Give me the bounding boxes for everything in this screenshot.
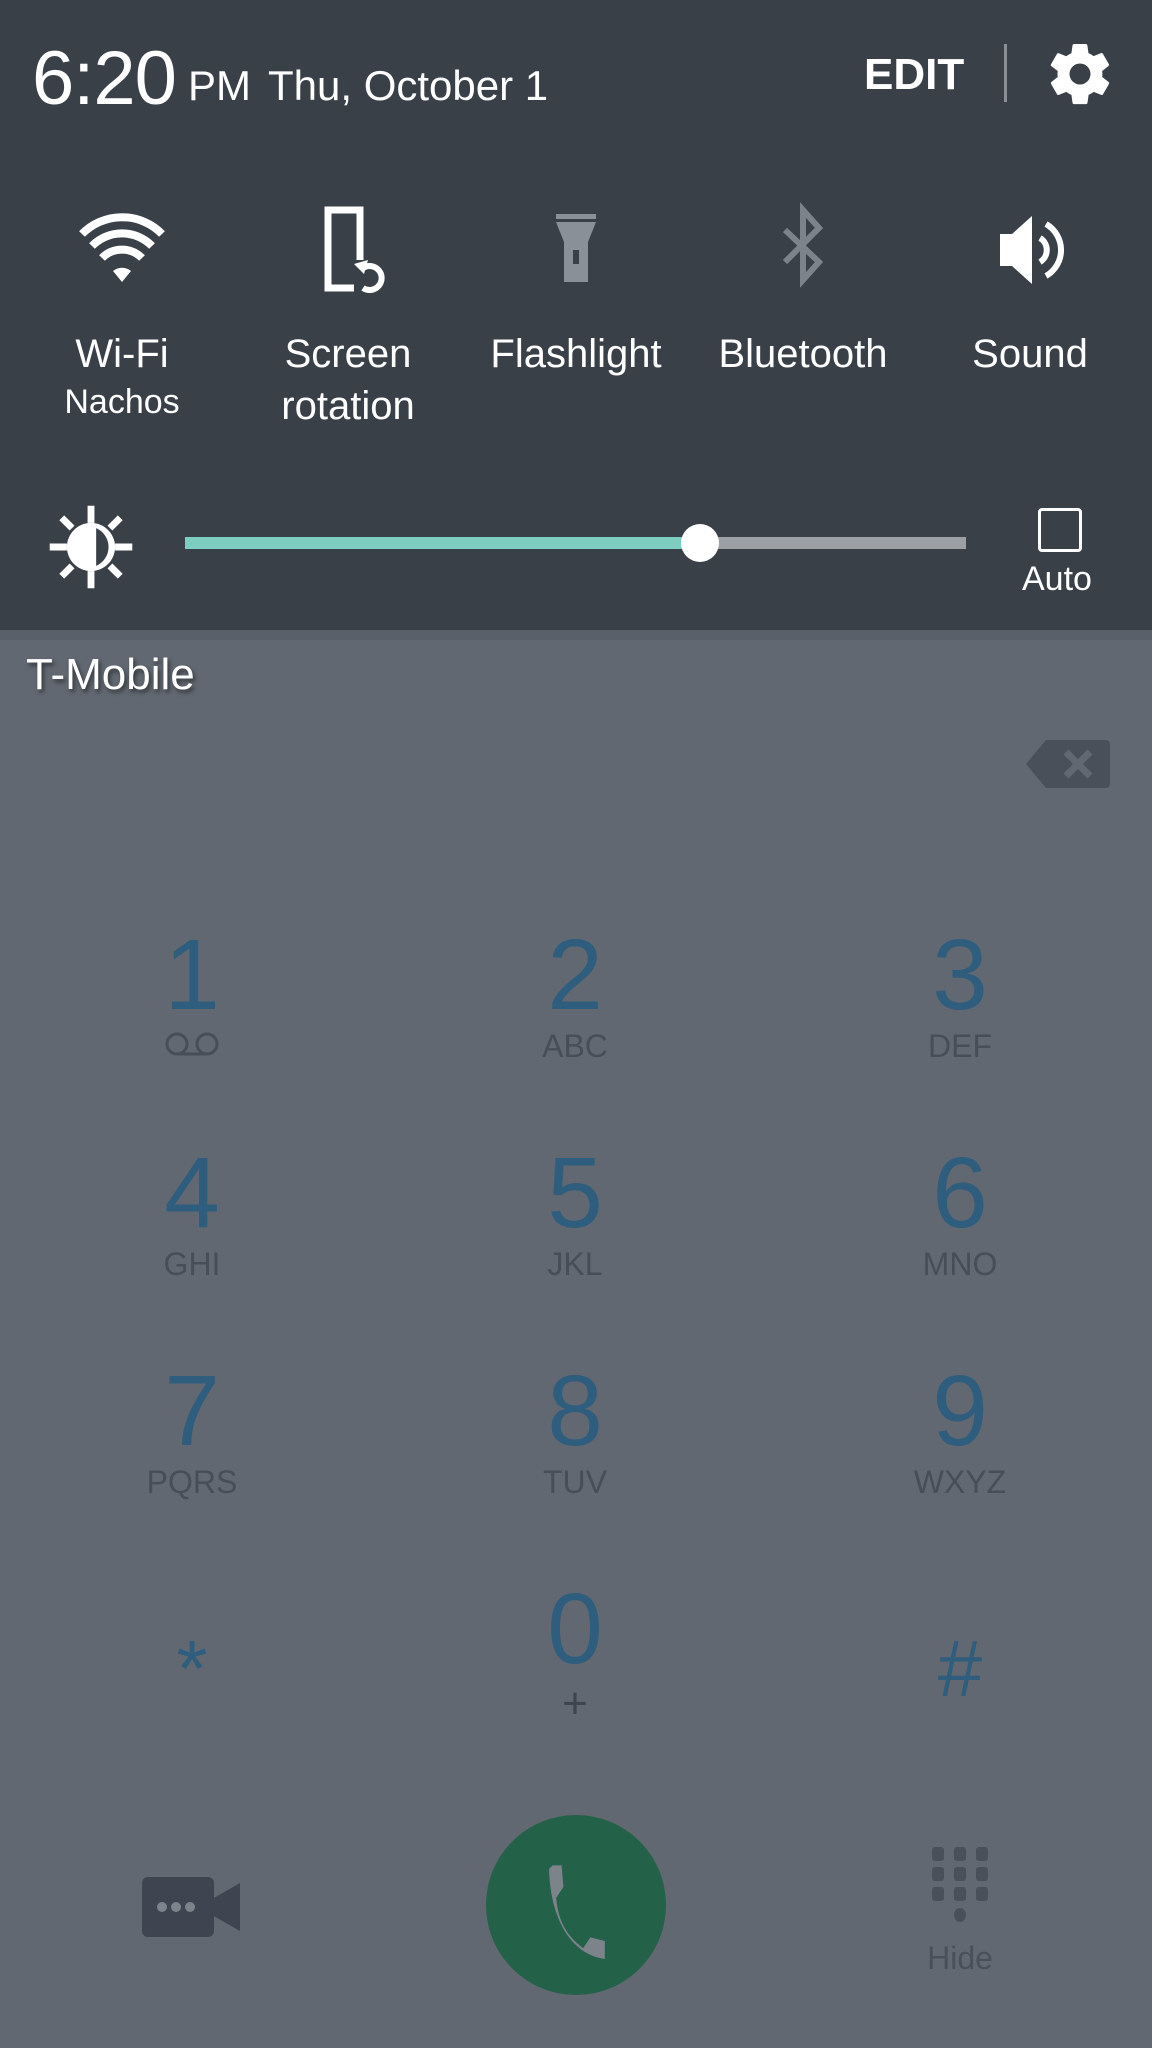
dial-key-letters: DEF: [928, 1028, 992, 1064]
dial-key-letters: ABC: [542, 1028, 608, 1064]
flashlight-icon: [556, 214, 596, 282]
wifi-icon: [79, 213, 165, 282]
dial-key-digit: 6: [932, 1137, 988, 1249]
tile-label: Bluetooth: [718, 332, 888, 376]
tile-label-line1: Screen: [284, 332, 412, 376]
dial-key-4[interactable]: 4 GHI: [42, 1138, 342, 1318]
settings-button[interactable]: [1044, 38, 1116, 110]
tile-bluetooth[interactable]: Bluetooth: [688, 200, 918, 380]
dialpad-icon: [932, 1847, 988, 1922]
tile-label-line2: rotation: [281, 384, 415, 428]
dial-key-1[interactable]: 1: [42, 920, 342, 1100]
tile-label: Screen rotation: [233, 328, 463, 432]
dial-key-digit: 7: [164, 1355, 220, 1467]
clock-ampm: PM: [188, 62, 251, 109]
auto-brightness-checkbox[interactable]: [1038, 508, 1082, 552]
dial-key-star[interactable]: *: [42, 1574, 342, 1754]
brightness-icon: [48, 504, 134, 590]
header-divider: [1004, 44, 1007, 102]
edit-button[interactable]: EDIT: [864, 50, 964, 100]
dial-key-letters: MNO: [922, 1246, 998, 1282]
dial-key-6[interactable]: 6 MNO: [810, 1138, 1110, 1318]
dial-key-digit: 5: [547, 1137, 603, 1249]
dial-key-digit: #: [937, 1624, 983, 1713]
dial-key-digit: 8: [547, 1355, 603, 1467]
dial-key-digit: 0: [547, 1573, 603, 1685]
volume-icon: [1000, 216, 1065, 284]
dial-key-letters: +: [562, 1679, 588, 1728]
dial-key-letters: TUV: [543, 1464, 607, 1500]
date-label: Thu, October 1: [268, 62, 549, 109]
dial-key-letters: WXYZ: [913, 1464, 1007, 1500]
backspace-button[interactable]: [1024, 738, 1110, 790]
call-button[interactable]: [486, 1815, 666, 1995]
dial-key-letters: PQRS: [146, 1464, 238, 1500]
tile-sound[interactable]: Sound: [915, 200, 1145, 380]
video-call-icon: [142, 1877, 240, 1937]
dial-key-digit: 1: [164, 919, 220, 1031]
dial-key-8[interactable]: 8 TUV: [425, 1356, 725, 1536]
tile-label: Sound: [972, 332, 1088, 376]
screen-rotation-icon: [324, 206, 385, 293]
bluetooth-icon: [782, 202, 824, 288]
voicemail-icon: [165, 1032, 219, 1056]
dial-key-digit: 9: [932, 1355, 988, 1467]
gear-icon: [1050, 43, 1110, 105]
backspace-icon: [1026, 740, 1110, 788]
dial-key-digit: 4: [164, 1137, 220, 1249]
dial-key-9[interactable]: 9 WXYZ: [810, 1356, 1110, 1536]
dial-key-letters: GHI: [163, 1246, 221, 1282]
brightness-slider[interactable]: [185, 524, 966, 562]
dial-key-5[interactable]: 5 JKL: [425, 1138, 725, 1318]
dial-key-3[interactable]: 3 DEF: [810, 920, 1110, 1100]
tile-label: Flashlight: [490, 332, 662, 376]
dial-key-hash[interactable]: #: [810, 1574, 1110, 1754]
hide-label: Hide: [927, 1940, 993, 1976]
dial-key-digit: 3: [932, 919, 988, 1031]
dial-key-digit: 2: [547, 919, 603, 1031]
clock-time: 6:20: [32, 36, 177, 121]
tile-wifi[interactable]: Wi-Fi Nachos: [7, 200, 237, 424]
hide-keypad-button[interactable]: Hide: [900, 1845, 1020, 1977]
tile-sublabel: Nachos: [64, 383, 180, 421]
video-call-button[interactable]: [142, 1875, 242, 1939]
dial-key-7[interactable]: 7 PQRS: [42, 1356, 342, 1536]
dial-key-0[interactable]: 0 +: [425, 1574, 725, 1754]
shade-edge: [0, 630, 1152, 640]
phone-icon: [549, 1865, 605, 1959]
dial-key-2[interactable]: 2 ABC: [425, 920, 725, 1100]
dial-key-digit: *: [176, 1624, 208, 1713]
auto-brightness-label: Auto: [1022, 560, 1092, 598]
tile-screen-rotation[interactable]: Screen rotation: [233, 200, 463, 432]
carrier-label: T-Mobile: [26, 650, 195, 699]
brightness-slider-fill: [185, 537, 701, 549]
tile-label: Wi-Fi: [75, 332, 169, 376]
tile-flashlight[interactable]: Flashlight: [461, 200, 691, 380]
dial-key-letters: JKL: [547, 1246, 603, 1282]
